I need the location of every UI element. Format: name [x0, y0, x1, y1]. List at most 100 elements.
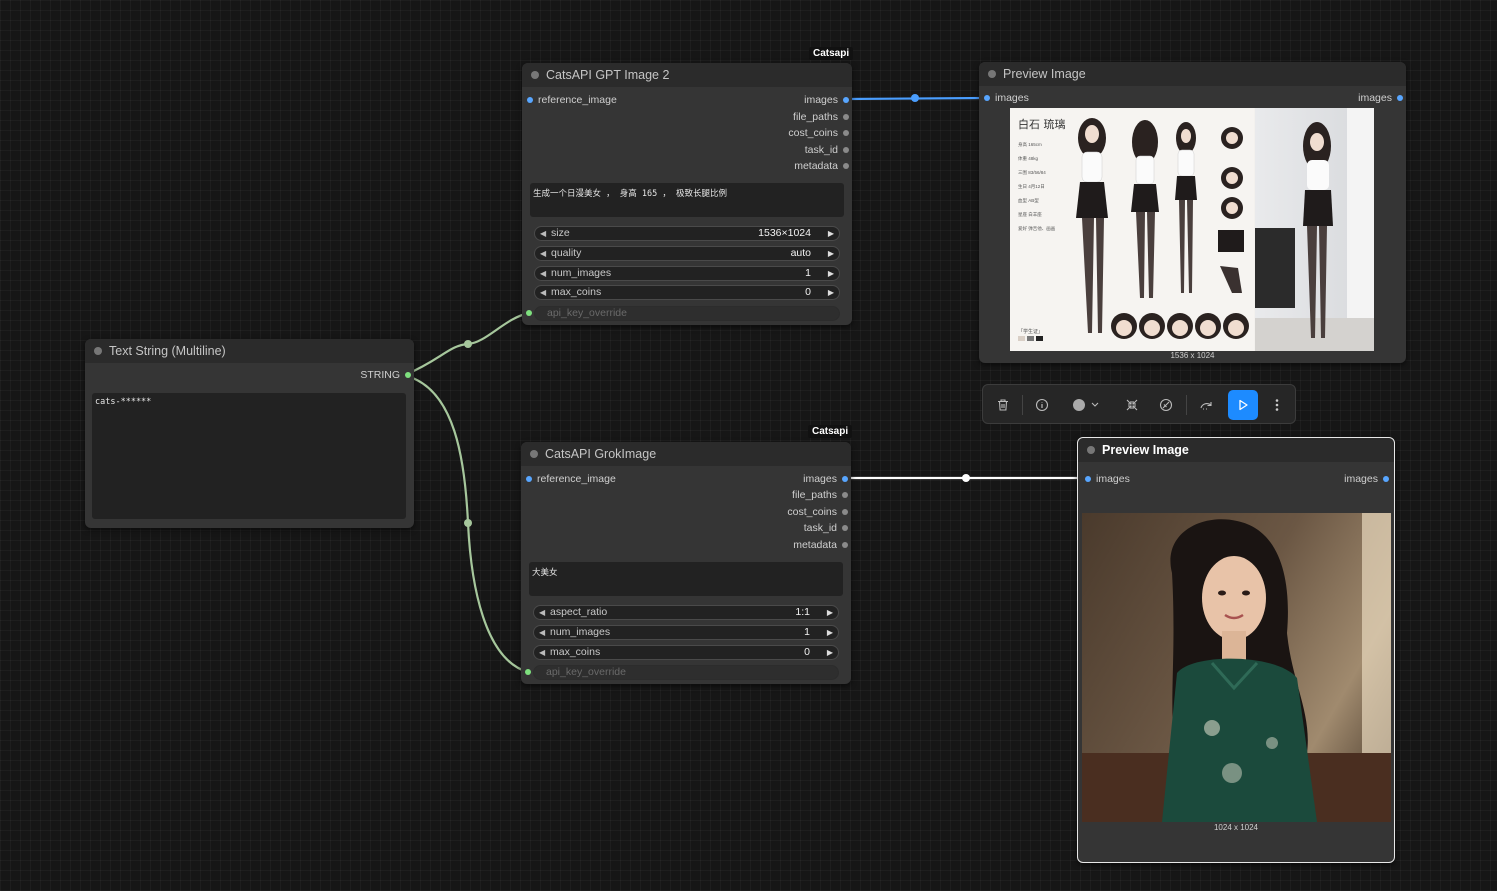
output-cost-coins[interactable]: cost_coins — [787, 506, 848, 518]
collapse-dot-icon[interactable] — [94, 347, 102, 355]
node-title: Preview Image — [1003, 67, 1086, 81]
output-dot-icon[interactable] — [843, 114, 849, 120]
output-images[interactable]: images — [1344, 473, 1389, 485]
decrement-icon[interactable]: ◀ — [540, 267, 546, 280]
run-icon[interactable] — [1228, 390, 1258, 420]
output-file-paths[interactable]: file_paths — [792, 489, 848, 501]
output-dot-icon[interactable] — [842, 525, 848, 531]
output-task-id[interactable]: task_id — [804, 144, 849, 156]
widget-label: api_key_override — [546, 666, 626, 678]
collapse-dot-icon[interactable] — [531, 71, 539, 79]
bypass-icon[interactable] — [1154, 393, 1178, 417]
increment-icon[interactable]: ▶ — [827, 606, 833, 619]
increment-icon[interactable]: ▶ — [827, 646, 833, 659]
node-title-bar[interactable]: CatsAPI GPT Image 2 — [522, 63, 852, 87]
more-icon[interactable] — [1265, 393, 1289, 417]
color-icon[interactable] — [1065, 393, 1105, 417]
increment-icon[interactable]: ▶ — [828, 247, 834, 260]
api-key-input-dot-icon[interactable] — [526, 310, 532, 316]
decrement-icon[interactable]: ◀ — [539, 606, 545, 619]
decrement-icon[interactable]: ◀ — [540, 286, 546, 299]
input-dot-icon[interactable] — [1085, 476, 1091, 482]
input-label: images — [995, 92, 1029, 104]
widget-label: max_coins — [550, 646, 601, 658]
increment-icon[interactable]: ▶ — [828, 286, 834, 299]
output-dot-icon[interactable] — [842, 492, 848, 498]
prompt-input[interactable]: 大美女 — [529, 562, 843, 596]
node-title-bar[interactable]: Text String (Multiline) — [85, 339, 414, 363]
output-file-paths[interactable]: file_paths — [793, 111, 849, 123]
output-label: metadata — [794, 160, 838, 172]
collapse-dot-icon[interactable] — [530, 450, 538, 458]
preview-image-node-2[interactable]: Preview Image images images 1024 x 1024 — [1077, 437, 1395, 863]
output-task-id[interactable]: task_id — [804, 522, 848, 534]
output-dot-icon[interactable] — [843, 97, 849, 103]
output-dot-icon[interactable] — [842, 542, 848, 548]
trash-icon[interactable] — [991, 393, 1015, 417]
redo-icon[interactable] — [1195, 393, 1219, 417]
output-dot-icon[interactable] — [842, 476, 848, 482]
preview-image-node-1[interactable]: Preview Image images images 白石 琉璃 「学生证」 … — [979, 62, 1406, 363]
input-reference-image[interactable]: reference_image — [526, 473, 616, 485]
input-label: images — [1096, 473, 1130, 485]
output-metadata[interactable]: metadata — [794, 160, 849, 172]
preview-image-portrait[interactable] — [1082, 513, 1391, 822]
node-title-bar[interactable]: Preview Image — [1078, 438, 1394, 462]
input-images[interactable]: images — [1085, 473, 1130, 485]
decrement-icon[interactable]: ◀ — [539, 646, 545, 659]
api-key-input-dot-icon[interactable] — [525, 669, 531, 675]
increment-icon[interactable]: ▶ — [828, 227, 834, 240]
node-title: CatsAPI GrokImage — [545, 447, 657, 461]
input-label: reference_image — [538, 94, 617, 106]
output-label: cost_coins — [787, 506, 837, 518]
output-images[interactable]: images — [803, 473, 848, 485]
preview-image-character-sheet[interactable]: 白石 琉璃 「学生证」 身高 165cm 体重 48kg 三围 83/56/84… — [1010, 108, 1374, 351]
input-dot-icon[interactable] — [526, 476, 532, 482]
output-dot-icon[interactable] — [843, 147, 849, 153]
decrement-icon[interactable]: ◀ — [540, 227, 546, 240]
increment-icon[interactable]: ▶ — [827, 626, 833, 639]
output-label: task_id — [804, 144, 838, 156]
increment-icon[interactable]: ▶ — [828, 267, 834, 280]
input-images[interactable]: images — [984, 92, 1029, 104]
collapse-dot-icon[interactable] — [988, 70, 996, 78]
output-string[interactable]: STRING — [360, 369, 411, 381]
output-images[interactable]: images — [1358, 92, 1403, 104]
output-dot-icon[interactable] — [843, 130, 849, 136]
widget-label: aspect_ratio — [550, 606, 608, 618]
widget-api-key-override[interactable]: api_key_override — [533, 665, 839, 680]
text-string-node[interactable]: Text String (Multiline) STRING cats-****… — [85, 339, 414, 528]
widget-max-coins[interactable]: ◀ max_coins 0 ▶ — [534, 285, 840, 300]
widget-aspect-ratio[interactable]: ◀ aspect_ratio 1:1 ▶ — [533, 605, 839, 620]
output-images[interactable]: images — [804, 94, 849, 106]
widget-num-images[interactable]: ◀ num_images 1 ▶ — [534, 266, 840, 281]
decrement-icon[interactable]: ◀ — [540, 247, 546, 260]
grok-image-node[interactable]: CatsAPI GrokImage reference_image images… — [521, 442, 851, 684]
output-metadata[interactable]: metadata — [793, 539, 848, 551]
output-dot-icon[interactable] — [405, 372, 411, 378]
widget-size[interactable]: ◀ size 1536×1024 ▶ — [534, 226, 840, 241]
widget-quality[interactable]: ◀ quality auto ▶ — [534, 246, 840, 261]
info-icon[interactable] — [1030, 393, 1054, 417]
input-dot-icon[interactable] — [527, 97, 533, 103]
output-dot-icon[interactable] — [1397, 95, 1403, 101]
node-title-bar[interactable]: CatsAPI GrokImage — [521, 442, 851, 466]
output-dot-icon[interactable] — [1383, 476, 1389, 482]
widget-api-key-override[interactable]: api_key_override — [534, 306, 840, 321]
collapse-dot-icon[interactable] — [1087, 446, 1095, 454]
output-dot-icon[interactable] — [843, 163, 849, 169]
widget-num-images[interactable]: ◀ num_images 1 ▶ — [533, 625, 839, 640]
widget-max-coins[interactable]: ◀ max_coins 0 ▶ — [533, 645, 839, 660]
text-input[interactable]: cats-****** — [92, 393, 406, 519]
output-dot-icon[interactable] — [842, 509, 848, 515]
gpt-image-node[interactable]: CatsAPI GPT Image 2 reference_image imag… — [522, 63, 852, 325]
prompt-input[interactable]: 生成一个日漫美女 ， 身高 165 ， 极致长腿比例 — [530, 183, 844, 217]
widget-value: 0 — [804, 646, 810, 658]
output-cost-coins[interactable]: cost_coins — [788, 127, 849, 139]
output-label: images — [1358, 92, 1392, 104]
collapse-icon[interactable] — [1120, 393, 1144, 417]
input-reference-image[interactable]: reference_image — [527, 94, 617, 106]
decrement-icon[interactable]: ◀ — [539, 626, 545, 639]
input-dot-icon[interactable] — [984, 95, 990, 101]
node-title-bar[interactable]: Preview Image — [979, 62, 1406, 86]
